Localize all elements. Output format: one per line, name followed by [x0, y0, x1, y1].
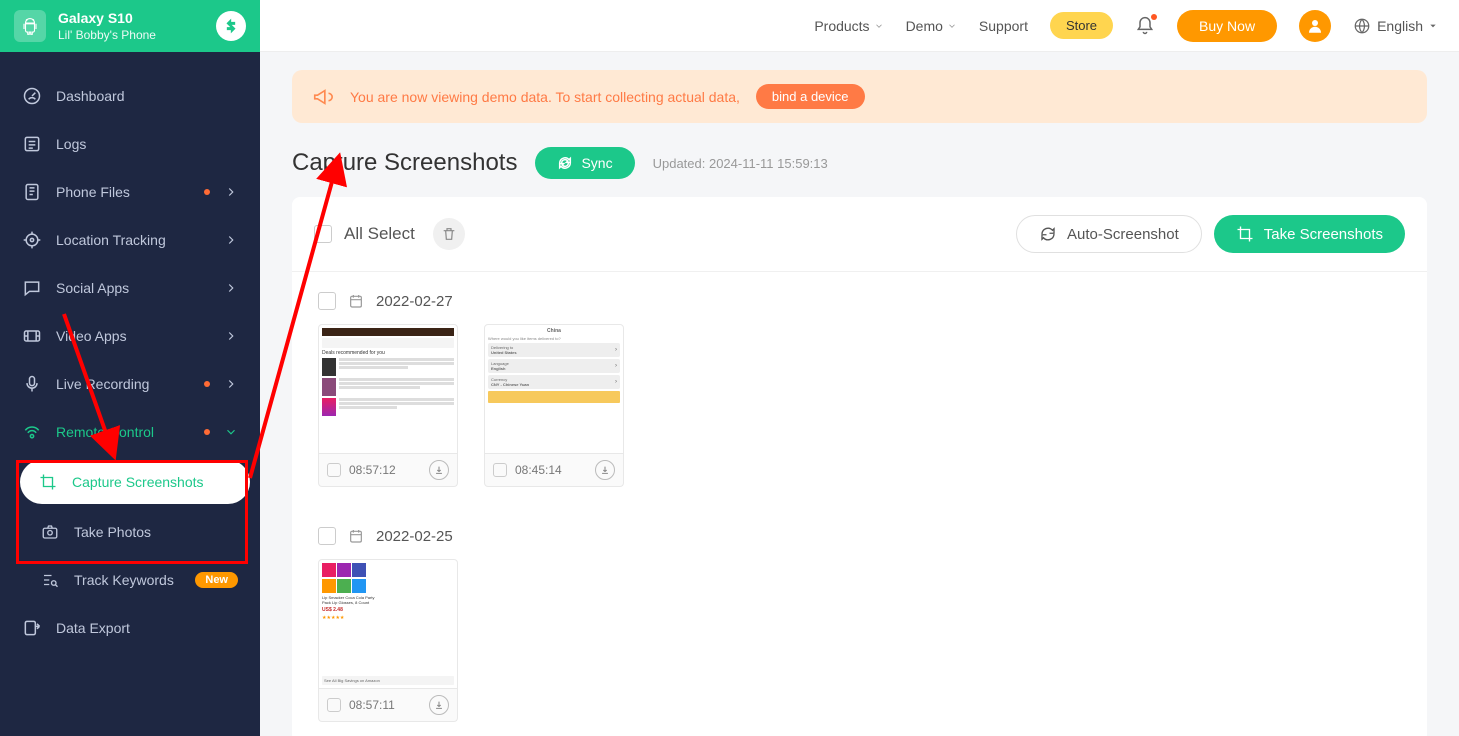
- take-screenshots-button[interactable]: Take Screenshots: [1214, 215, 1405, 253]
- chat-icon: [22, 278, 42, 298]
- gauge-icon: [22, 86, 42, 106]
- search-list-icon: [40, 570, 60, 590]
- chevron-right-icon: [224, 185, 238, 199]
- screenshot-thumb[interactable]: Deals recommended for you 08:57:12: [318, 324, 458, 487]
- sidebar-item-recording[interactable]: Live Recording: [0, 360, 260, 408]
- nav: Dashboard Logs Phone Files Location Trac…: [0, 52, 260, 736]
- video-icon: [22, 326, 42, 346]
- crop-icon: [38, 472, 58, 492]
- thumb-time: 08:57:11: [349, 698, 421, 712]
- panel-toolbar: All Select Auto-Screenshot Take Screensh…: [292, 197, 1427, 272]
- delete-button[interactable]: [433, 218, 465, 250]
- crop-icon: [1236, 225, 1254, 243]
- content: You are now viewing demo data. To start …: [260, 52, 1459, 736]
- chevron-right-icon: [224, 377, 238, 391]
- products-menu[interactable]: Products: [814, 18, 883, 34]
- chevron-down-icon: [874, 21, 884, 31]
- file-icon: [22, 182, 42, 202]
- device-name: Lil' Bobby's Phone: [58, 28, 204, 42]
- date-checkbox[interactable]: [318, 292, 336, 310]
- device-header[interactable]: Galaxy S10 Lil' Bobby's Phone: [0, 0, 260, 52]
- download-icon[interactable]: [429, 460, 449, 480]
- swap-device-icon[interactable]: [216, 11, 246, 41]
- new-badge: New: [195, 572, 238, 588]
- camera-icon: [40, 522, 60, 542]
- sidebar-item-remote-control[interactable]: Remote Control: [0, 408, 260, 456]
- refresh-icon: [557, 155, 573, 171]
- banner-text: You are now viewing demo data. To start …: [350, 89, 740, 105]
- thumb-preview: China Where would you like items deliver…: [484, 324, 624, 454]
- chevron-right-icon: [224, 233, 238, 247]
- thumb-time: 08:57:12: [349, 463, 421, 477]
- buy-now-button[interactable]: Buy Now: [1177, 10, 1277, 42]
- user-avatar[interactable]: [1299, 10, 1331, 42]
- demo-banner: You are now viewing demo data. To start …: [292, 70, 1427, 123]
- date-checkbox[interactable]: [318, 527, 336, 545]
- caret-down-icon: [1429, 22, 1437, 30]
- export-icon: [22, 618, 42, 638]
- page-title: Capture Screenshots: [292, 149, 517, 177]
- sidebar: Galaxy S10 Lil' Bobby's Phone Dashboard …: [0, 0, 260, 736]
- screenshots-panel: All Select Auto-Screenshot Take Screensh…: [292, 197, 1427, 736]
- download-icon[interactable]: [429, 695, 449, 715]
- date-label: 2022-02-25: [376, 528, 453, 545]
- topbar: Products Demo Support Store Buy Now Engl…: [260, 0, 1459, 52]
- demo-menu[interactable]: Demo: [906, 18, 957, 34]
- notification-dot: [204, 189, 210, 195]
- notification-dot: [204, 429, 210, 435]
- mic-icon: [22, 374, 42, 394]
- date-section: 2022-02-27 Deals recommended for you: [292, 272, 1427, 507]
- list-icon: [22, 134, 42, 154]
- language-selector[interactable]: English: [1353, 17, 1437, 35]
- thumb-preview: Deals recommended for you: [318, 324, 458, 454]
- thumb-preview: Lip Smacker Coca Cola PartyPack Lip Glos…: [318, 559, 458, 689]
- select-all-label: All Select: [344, 224, 415, 244]
- remote-icon: [22, 422, 42, 442]
- support-link[interactable]: Support: [979, 18, 1028, 34]
- globe-icon: [1353, 17, 1371, 35]
- thumb-checkbox[interactable]: [493, 463, 507, 477]
- select-all-checkbox[interactable]: [314, 225, 332, 243]
- sidebar-item-data-export[interactable]: Data Export: [0, 604, 260, 652]
- chevron-right-icon: [224, 329, 238, 343]
- thumb-checkbox[interactable]: [327, 463, 341, 477]
- thumb-checkbox[interactable]: [327, 698, 341, 712]
- screenshot-thumb[interactable]: Lip Smacker Coca Cola PartyPack Lip Glos…: [318, 559, 458, 722]
- bind-device-button[interactable]: bind a device: [756, 84, 865, 109]
- auto-screenshot-button[interactable]: Auto-Screenshot: [1016, 215, 1202, 253]
- chevron-right-icon: [224, 281, 238, 295]
- sidebar-item-dashboard[interactable]: Dashboard: [0, 72, 260, 120]
- sidebar-item-social[interactable]: Social Apps: [0, 264, 260, 312]
- thumb-time: 08:45:14: [515, 463, 587, 477]
- notification-dot: [204, 381, 210, 387]
- updated-text: Updated: 2024-11-11 15:59:13: [653, 156, 828, 171]
- chevron-down-icon: [224, 425, 238, 439]
- screenshot-thumb[interactable]: China Where would you like items deliver…: [484, 324, 624, 487]
- sidebar-item-take-photos[interactable]: Take Photos: [0, 508, 260, 556]
- sidebar-item-logs[interactable]: Logs: [0, 120, 260, 168]
- megaphone-icon: [312, 86, 334, 108]
- refresh-icon: [1039, 225, 1057, 243]
- sidebar-item-track-keywords[interactable]: Track Keywords New: [0, 556, 260, 604]
- sidebar-item-location[interactable]: Location Tracking: [0, 216, 260, 264]
- bell-icon[interactable]: [1135, 16, 1155, 36]
- main: Products Demo Support Store Buy Now Engl…: [260, 0, 1459, 736]
- download-icon[interactable]: [595, 460, 615, 480]
- page-header: Capture Screenshots Sync Updated: 2024-1…: [292, 147, 1427, 179]
- device-model: Galaxy S10: [58, 10, 204, 26]
- date-label: 2022-02-27: [376, 293, 453, 310]
- target-icon: [22, 230, 42, 250]
- store-button[interactable]: Store: [1050, 12, 1113, 39]
- sidebar-item-phone-files[interactable]: Phone Files: [0, 168, 260, 216]
- calendar-icon: [348, 293, 364, 309]
- chevron-down-icon: [947, 21, 957, 31]
- sidebar-item-video[interactable]: Video Apps: [0, 312, 260, 360]
- sidebar-sub-capture[interactable]: Capture Screenshots: [20, 460, 250, 504]
- calendar-icon: [348, 528, 364, 544]
- sync-button[interactable]: Sync: [535, 147, 634, 179]
- date-section: 2022-02-25 Lip Smacker Coca Cola PartyPa…: [292, 507, 1427, 736]
- android-icon: [14, 10, 46, 42]
